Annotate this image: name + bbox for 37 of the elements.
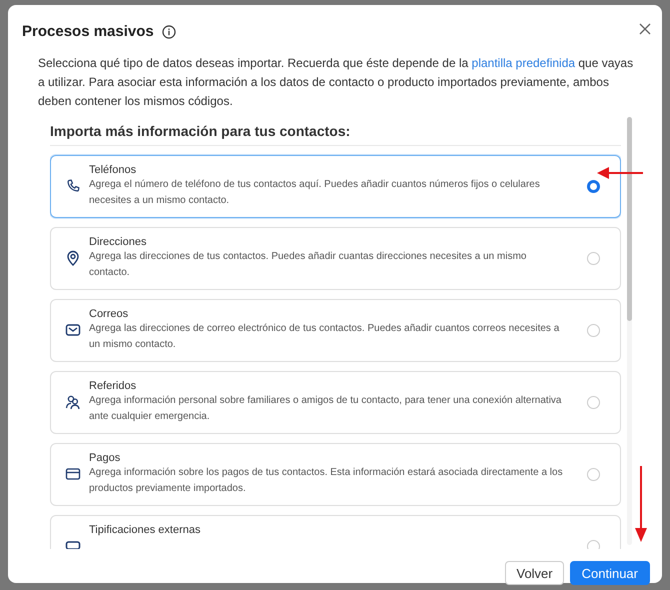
- card-icon: [65, 466, 81, 482]
- option-card[interactable]: Correos Agrega las direcciones de correo electrónico de tus contactos. Puedes añadir cuantos correos necesites a un mismo contacto.: [50, 299, 621, 362]
- radio-button[interactable]: [587, 252, 600, 265]
- option-description: Agrega las direcciones de correo electrónico de tus contactos. Puedes añadir cuantos correos necesites a un mismo contacto.: [89, 322, 560, 352]
- option-title: Correos: [89, 308, 130, 320]
- option-title: Pagos: [89, 452, 122, 464]
- option-title: Tipificaciones externas: [89, 524, 202, 536]
- annotation-arrow: [597, 167, 643, 179]
- back-button[interactable]: Volver: [505, 561, 564, 585]
- intro-paragraph: Selecciona qué tipo de datos deseas importar. Recuerda que éste depende de la plantilla predefinida que vayas a utilizar. Para asociar esta información a los datos de contacto o producto importados previamente, ambos deben contener los mismos códigos.: [38, 55, 634, 110]
- close-icon[interactable]: [639, 23, 651, 35]
- phone-icon: [65, 178, 81, 194]
- mail-icon: [65, 322, 81, 338]
- continue-button[interactable]: Continuar: [570, 561, 650, 585]
- radio-button[interactable]: [587, 396, 600, 409]
- radio-button[interactable]: [587, 468, 600, 481]
- location-pin-icon: [65, 250, 81, 266]
- option-card[interactable]: Teléfonos Agrega el número de teléfono de tus contactos aquí. Puedes añadir cuantos números fijos o celulares necesites a un mismo contacto.: [50, 155, 621, 218]
- people-icon: [65, 394, 81, 410]
- option-description: Agrega información personal sobre familiares o amigos de tu contacto, para tener una conexión alternativa ante cualquier emergencia.: [89, 394, 562, 424]
- option-card[interactable]: Direcciones Agrega las direcciones de tus contactos. Puedes añadir cuantas direcciones necesites a un mismo contacto.: [50, 227, 621, 290]
- scrollbar-thumb[interactable]: [627, 117, 632, 321]
- option-description: Agrega información sobre los pagos de tus contactos. Esta información estará asociada directamente a los productos previamente importados.: [89, 466, 564, 496]
- radio-button[interactable]: [587, 324, 600, 337]
- option-title: Teléfonos: [89, 164, 138, 176]
- option-card[interactable]: Pagos Agrega información sobre los pagos de tus contactos. Esta información estará asociada directamente a los productos previamente importados.: [50, 443, 621, 506]
- section-heading: Importa más información para tus contactos:: [50, 117, 621, 146]
- info-icon[interactable]: [162, 24, 176, 38]
- scrollbar[interactable]: [627, 117, 632, 545]
- template-link[interactable]: plantilla predefinida: [472, 56, 576, 70]
- radio-button[interactable]: [587, 180, 600, 193]
- option-description: Agrega las direcciones de tus contactos. Puedes añadir cuantas direcciones necesites a un mismo contacto.: [89, 250, 528, 280]
- option-card[interactable]: Referidos Agrega información personal sobre familiares o amigos de tu contacto, para tener una conexión alternativa ante cualquier emergencia.: [50, 371, 621, 434]
- option-title: Direcciones: [89, 236, 148, 248]
- option-description: Agrega el número de teléfono de tus contactos aquí. Puedes añadir cuantos números fijos o celulares necesites a un mismo contacto.: [89, 178, 541, 208]
- dialog-title: Procesos masivos: [22, 23, 154, 40]
- option-title: Referidos: [89, 380, 138, 392]
